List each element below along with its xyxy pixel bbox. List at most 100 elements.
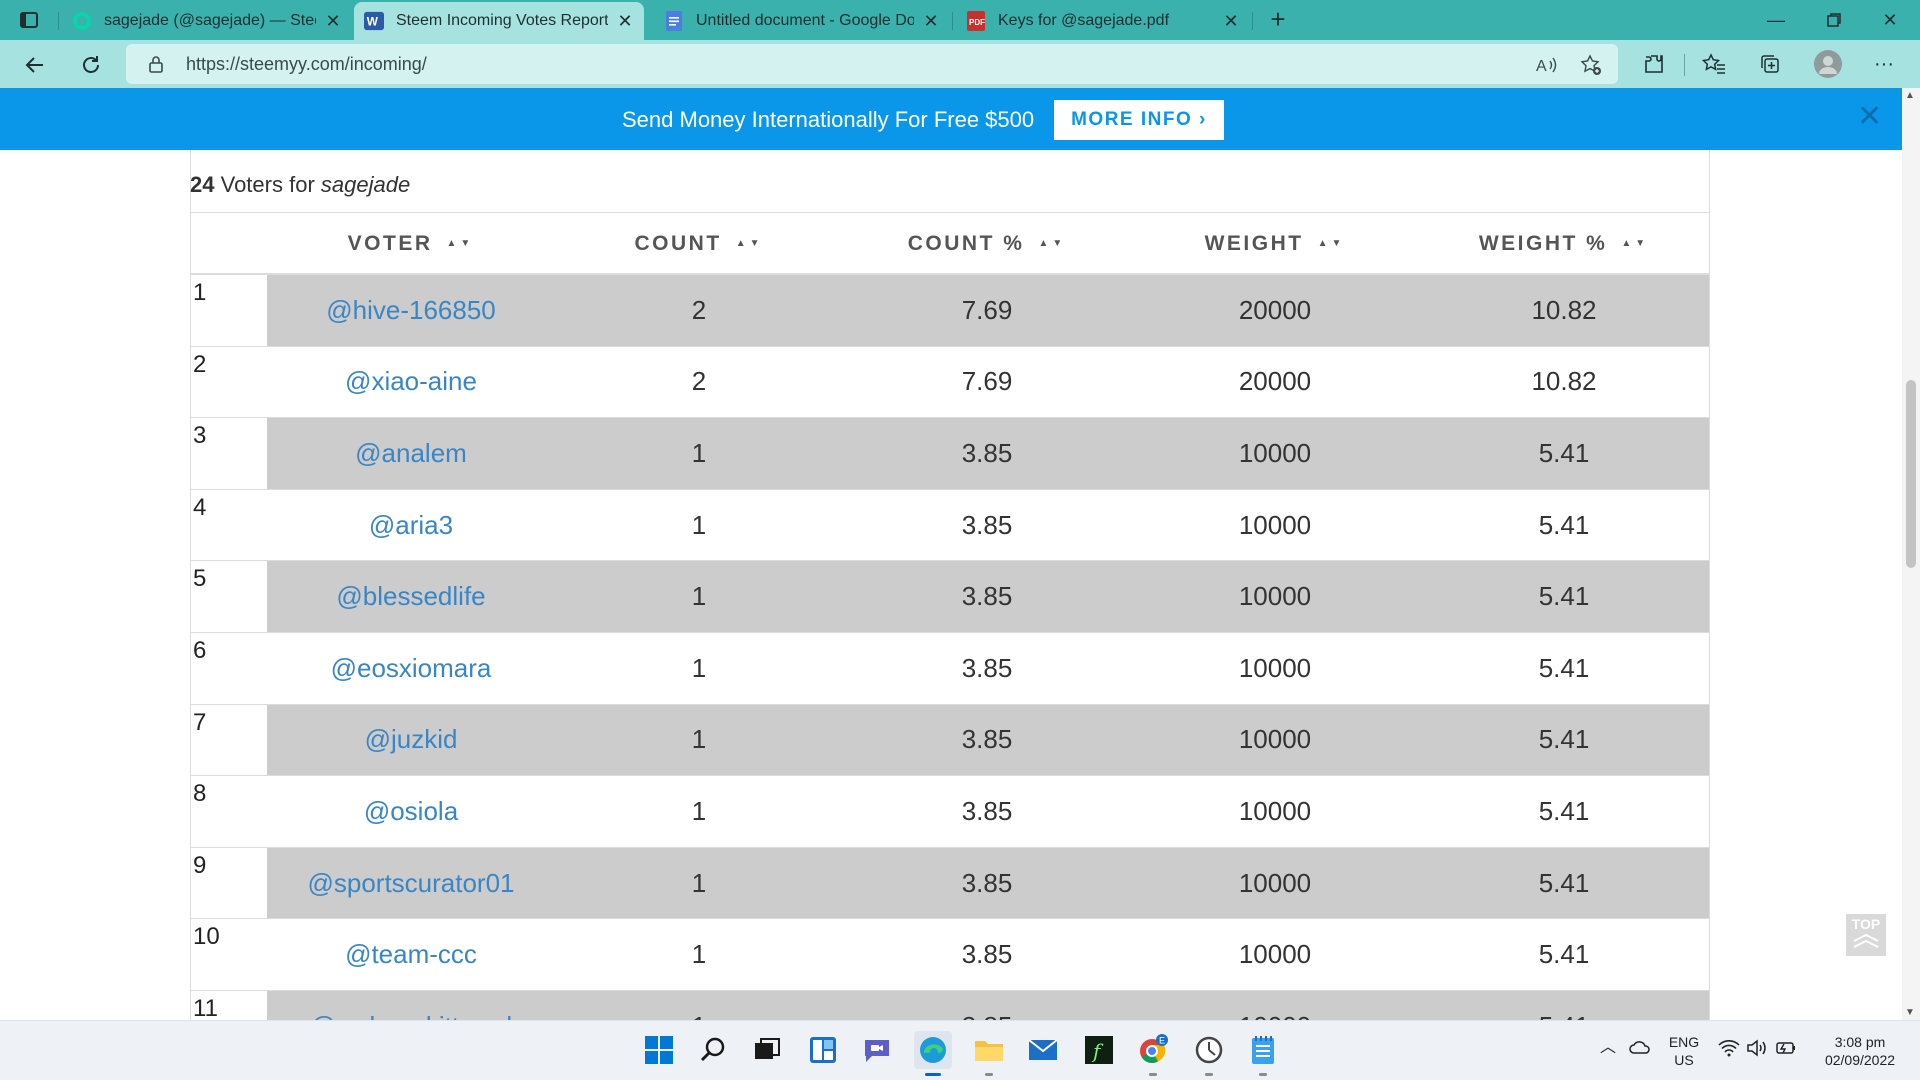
clock-app-icon[interactable]: [1190, 1031, 1228, 1076]
voter-link[interactable]: @osiola: [267, 776, 555, 847]
sort-arrows-icon[interactable]: ▲▼: [447, 238, 475, 249]
count-cell: 2: [691, 366, 707, 397]
voter-link[interactable]: @juzkid: [267, 705, 555, 776]
tab-title: Keys for @sagejade.pdf: [998, 12, 1170, 29]
back-to-top-button[interactable]: TOP: [1846, 914, 1886, 956]
restore-button[interactable]: [1806, 0, 1862, 40]
column-header-weight-pct[interactable]: WEIGHT % ▲▼: [1419, 213, 1709, 274]
column-header-weight[interactable]: WEIGHT ▲▼: [1131, 213, 1419, 274]
volume-icon[interactable]: [1746, 1039, 1768, 1062]
widgets-icon[interactable]: [804, 1031, 842, 1069]
refresh-icon[interactable]: [76, 50, 106, 80]
column-header-count-pct[interactable]: COUNT % ▲▼: [843, 213, 1131, 274]
weight-pct-cell: 5.41: [1419, 991, 1709, 1020]
weight-pct-cell: 10.82: [1531, 294, 1597, 325]
count-pct-cell: 3.85: [843, 991, 1131, 1020]
tab-steemyy[interactable]: W Steem Incoming Votes Report (Steemyy) …: [354, 2, 644, 40]
column-header-count[interactable]: COUNT ▲▼: [555, 213, 843, 274]
favorites-icon[interactable]: [1700, 50, 1728, 78]
row-index: 11: [191, 990, 267, 1020]
address-bar[interactable]: https://steemyy.com/incoming/ A: [126, 44, 1618, 84]
count-cell: 2: [691, 294, 707, 325]
weight-cell: 20000: [1238, 294, 1312, 325]
lock-icon[interactable]: [148, 55, 164, 78]
row-index: 4: [191, 489, 267, 561]
tab-actions-icon[interactable]: [18, 9, 40, 31]
minimize-button[interactable]: —: [1748, 0, 1804, 40]
close-banner-icon[interactable]: ✕: [1857, 102, 1882, 132]
table-row: 3 @analem 1 3.85 10000 5.41: [191, 417, 1709, 489]
task-view-icon[interactable]: [748, 1031, 786, 1069]
notepad-icon[interactable]: [1244, 1031, 1282, 1076]
weight-cell: 10000: [1238, 581, 1312, 612]
profile-avatar-icon[interactable]: [1814, 50, 1842, 78]
language-indicator[interactable]: ENG US: [1664, 1033, 1704, 1069]
svg-text:W: W: [367, 15, 379, 29]
sort-arrows-icon[interactable]: ▲▼: [736, 238, 764, 249]
mail-icon[interactable]: [1024, 1031, 1062, 1069]
tab-steemit[interactable]: sagejade (@sagejade) — Steemit ✕: [62, 2, 352, 40]
voter-link[interactable]: @analem: [267, 418, 555, 489]
chrome-icon[interactable]: E: [1134, 1031, 1172, 1076]
close-tab-icon[interactable]: ✕: [616, 11, 634, 32]
voter-link[interactable]: @sportscurator01: [267, 848, 555, 919]
collections-icon[interactable]: [1756, 50, 1784, 78]
tab-title: Steem Incoming Votes Report (Steemyy): [396, 12, 608, 29]
voter-link[interactable]: @eosxiomara: [267, 633, 555, 704]
new-tab-button[interactable]: +: [1264, 6, 1292, 34]
count-pct-cell: 3.85: [961, 795, 1013, 826]
back-icon[interactable]: [20, 50, 50, 80]
row-index: 9: [191, 847, 267, 919]
weight-pct-cell: 5.41: [1538, 581, 1590, 612]
clock-datetime[interactable]: 3:08 pm 02/09/2022: [1812, 1033, 1908, 1069]
more-info-button[interactable]: MORE INFO ›: [1054, 100, 1224, 140]
vertical-scrollbar[interactable]: ▲ ▼: [1902, 88, 1920, 1020]
app-f-icon[interactable]: f: [1080, 1031, 1118, 1069]
table-row: 4 @aria3 1 3.85 10000 5.41: [191, 488, 1709, 561]
count-cell: 1: [691, 724, 707, 755]
show-hidden-icons-chevron-icon[interactable]: ︿: [1600, 1039, 1616, 1057]
edge-icon[interactable]: [914, 1031, 952, 1076]
weight-cell: 10000: [1238, 867, 1312, 898]
voter-count: 24: [190, 172, 215, 197]
svg-text:PDF: PDF: [969, 18, 985, 27]
close-window-button[interactable]: ✕: [1862, 0, 1918, 40]
teams-chat-icon[interactable]: [858, 1031, 896, 1069]
add-favorite-icon[interactable]: [1578, 52, 1604, 78]
battery-icon[interactable]: [1774, 1039, 1798, 1062]
search-icon[interactable]: [694, 1031, 732, 1069]
wifi-icon[interactable]: [1718, 1039, 1740, 1062]
voter-link[interactable]: @aria3: [267, 490, 555, 561]
voter-link[interactable]: @xiao-aine: [267, 347, 555, 418]
scrollbar-thumb[interactable]: [1906, 380, 1916, 568]
windows-start-icon[interactable]: [640, 1031, 678, 1069]
onedrive-icon[interactable]: [1628, 1039, 1652, 1060]
count-cell: 1: [691, 652, 707, 683]
close-tab-icon[interactable]: ✕: [324, 11, 342, 32]
count-cell: 1: [691, 437, 707, 468]
extensions-icon[interactable]: [1640, 50, 1668, 78]
sort-arrows-icon[interactable]: ▲▼: [1621, 238, 1649, 249]
row-index: 8: [191, 776, 267, 847]
file-explorer-icon[interactable]: [970, 1031, 1008, 1076]
scroll-down-icon[interactable]: ▼: [1905, 1007, 1915, 1018]
sort-arrows-icon[interactable]: ▲▼: [1038, 238, 1066, 249]
close-tab-icon[interactable]: ✕: [1222, 11, 1240, 32]
votes-table: VOTER ▲▼ COUNT ▲▼ COUNT % ▲▼ WEIGHT ▲▼ WEIGH…: [190, 212, 1710, 1020]
tab-google-docs[interactable]: Untitled document - Google Docs ✕: [654, 2, 950, 40]
read-aloud-icon[interactable]: A: [1534, 52, 1560, 78]
url-text[interactable]: https://steemyy.com/incoming/: [186, 54, 427, 75]
voter-link[interactable]: @hive-166850: [267, 275, 555, 346]
svg-text:A: A: [1536, 58, 1547, 75]
voter-link[interactable]: @team-ccc: [267, 919, 555, 990]
count-pct-cell: 3.85: [961, 437, 1013, 468]
close-tab-icon[interactable]: ✕: [922, 11, 940, 32]
voter-link[interactable]: @blessedlife: [267, 561, 555, 632]
column-header-voter[interactable]: VOTER ▲▼: [267, 213, 555, 274]
tab-pdf[interactable]: PDF Keys for @sagejade.pdf ✕: [956, 2, 1250, 40]
more-options-icon[interactable]: ···: [1870, 50, 1898, 78]
sort-arrows-icon[interactable]: ▲▼: [1318, 238, 1346, 249]
scroll-up-icon[interactable]: ▲: [1905, 90, 1915, 101]
table-row: 7 @juzkid 1 3.85 10000 5.41: [191, 703, 1709, 776]
voter-link[interactable]: @wakeupkitty.pal: [267, 991, 555, 1020]
